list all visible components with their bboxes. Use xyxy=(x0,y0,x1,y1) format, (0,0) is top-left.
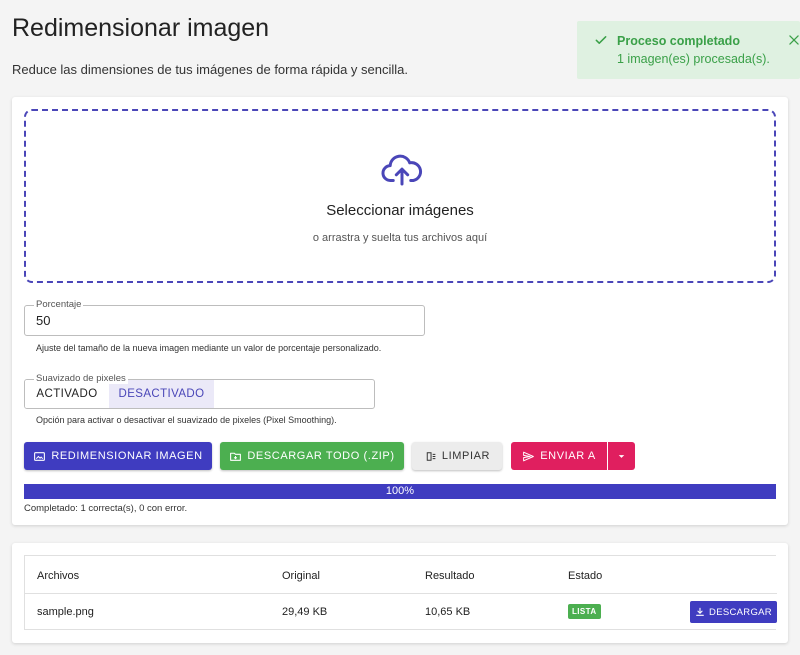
cloud-upload-icon xyxy=(381,154,423,186)
send-to-button[interactable]: ENVIAR A xyxy=(511,442,607,470)
image-icon xyxy=(34,451,46,461)
download-icon xyxy=(696,607,704,616)
file-original-size: 29,49 KB xyxy=(282,606,328,618)
close-icon[interactable] xyxy=(787,33,800,47)
files-table: Archivos Original Resultado Estado sampl… xyxy=(24,555,777,630)
toast-message: 1 imagen(es) procesada(s). xyxy=(617,52,770,66)
success-toast: Proceso completado 1 imagen(es) procesad… xyxy=(577,21,800,79)
dropzone-title: Seleccionar imágenes xyxy=(326,202,474,219)
clear-button-label: LIMPIAR xyxy=(441,450,491,462)
caret-down-icon xyxy=(618,454,625,458)
status-badge: LISTA xyxy=(568,604,601,619)
send-to-dropdown-button[interactable] xyxy=(608,442,635,470)
column-header-original: Original xyxy=(282,570,320,582)
percentage-field[interactable] xyxy=(24,305,425,336)
toast-title: Proceso completado xyxy=(617,34,740,48)
download-file-button-label: DESCARGAR xyxy=(709,606,772,618)
row-divider xyxy=(25,593,777,594)
clear-icon xyxy=(426,451,436,461)
file-name: sample.png xyxy=(37,606,94,618)
column-header-status: Estado xyxy=(568,570,603,582)
check-icon xyxy=(595,36,607,44)
download-zip-button-label: DESCARGAR TODO (.ZIP) xyxy=(247,450,395,462)
download-zip-button[interactable]: DESCARGAR TODO (.ZIP) xyxy=(220,442,404,470)
download-file-button[interactable]: DESCARGAR xyxy=(690,601,777,623)
progress-bar: 100% xyxy=(24,484,776,499)
smoothing-label: Suavizado de pixeles xyxy=(34,373,128,384)
progress-text: 100% xyxy=(385,485,415,497)
resize-button-label: REDIMENSIONAR IMAGEN xyxy=(51,450,203,462)
smoothing-help: Opción para activar o desactivar el suav… xyxy=(36,415,337,425)
page-subtitle: Reduce las dimensiones de tus imágenes d… xyxy=(12,62,408,77)
column-header-result: Resultado xyxy=(425,570,475,582)
dropzone-subtitle: o arrastra y suelta tus archivos aquí xyxy=(312,232,488,244)
resize-card: Seleccionar imágenes o arrastra y suelta… xyxy=(12,97,788,525)
column-header-files: Archivos xyxy=(37,570,80,582)
folder-download-icon xyxy=(230,452,242,461)
percentage-input[interactable] xyxy=(25,306,424,335)
image-dropzone[interactable]: Seleccionar imágenes o arrastra y suelta… xyxy=(24,109,776,283)
percentage-label: Porcentaje xyxy=(34,299,84,310)
progress-status: Completado: 1 correcta(s), 0 con error. xyxy=(24,503,188,514)
smoothing-on-button[interactable]: ACTIVADO xyxy=(25,380,109,408)
smoothing-off-button[interactable]: DESACTIVADO xyxy=(109,380,214,408)
files-card: Archivos Original Resultado Estado sampl… xyxy=(12,543,788,643)
resize-button[interactable]: REDIMENSIONAR IMAGEN xyxy=(24,442,212,470)
send-icon xyxy=(523,451,535,461)
file-result-size: 10,65 KB xyxy=(425,606,471,618)
send-to-button-label: ENVIAR A xyxy=(540,450,596,462)
page-title: Redimensionar imagen xyxy=(12,14,270,42)
clear-button[interactable]: LIMPIAR xyxy=(412,442,502,470)
percentage-help: Ajuste del tamaño de la nueva imagen med… xyxy=(36,343,382,353)
